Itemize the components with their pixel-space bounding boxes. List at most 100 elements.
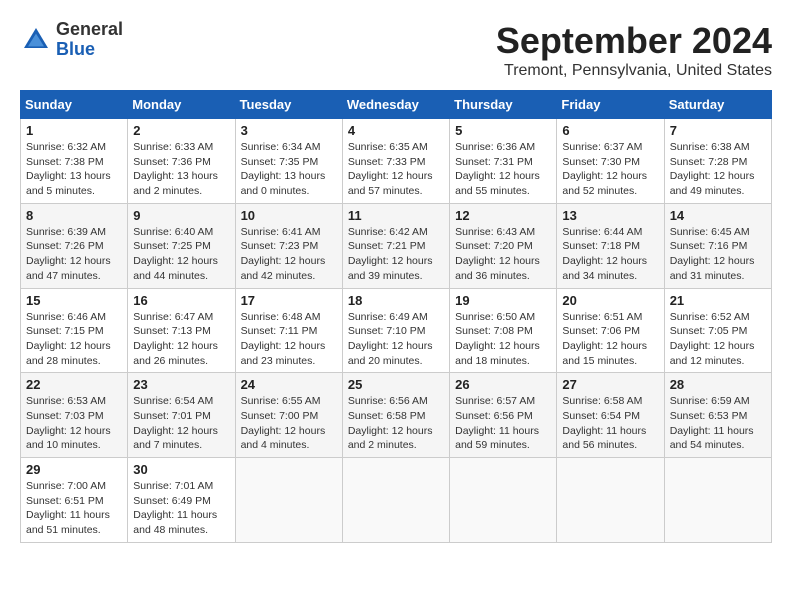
- day-info: Sunrise: 6:35 AMSunset: 7:33 PMDaylight:…: [348, 140, 444, 199]
- day-info: Sunrise: 6:38 AMSunset: 7:28 PMDaylight:…: [670, 140, 766, 199]
- day-info: Sunrise: 6:36 AMSunset: 7:31 PMDaylight:…: [455, 140, 551, 199]
- month-year: September 2024: [496, 20, 772, 62]
- weekday-friday: Friday: [557, 91, 664, 119]
- day-number: 8: [26, 208, 122, 223]
- day-number: 2: [133, 123, 229, 138]
- calendar-cell: 24 Sunrise: 6:55 AMSunset: 7:00 PMDayligh…: [235, 373, 342, 458]
- day-number: 9: [133, 208, 229, 223]
- logo-text: General Blue: [56, 20, 123, 60]
- page-header: General Blue September 2024 Tremont, Pen…: [20, 20, 772, 80]
- day-info: Sunrise: 6:59 AMSunset: 6:53 PMDaylight:…: [670, 394, 766, 453]
- title-block: September 2024 Tremont, Pennsylvania, Un…: [496, 20, 772, 80]
- calendar-cell: [557, 458, 664, 543]
- day-number: 1: [26, 123, 122, 138]
- calendar-cell: 20 Sunrise: 6:51 AMSunset: 7:06 PMDayligh…: [557, 288, 664, 373]
- day-info: Sunrise: 6:56 AMSunset: 6:58 PMDaylight:…: [348, 394, 444, 453]
- day-info: Sunrise: 6:47 AMSunset: 7:13 PMDaylight:…: [133, 310, 229, 369]
- day-number: 7: [670, 123, 766, 138]
- day-number: 19: [455, 293, 551, 308]
- calendar-cell: 15Sunrise: 6:46 AMSunset: 7:15 PMDayligh…: [21, 288, 128, 373]
- day-number: 15: [26, 293, 122, 308]
- day-info: Sunrise: 6:37 AMSunset: 7:30 PMDaylight:…: [562, 140, 658, 199]
- calendar-cell: 7 Sunrise: 6:38 AMSunset: 7:28 PMDaylight…: [664, 119, 771, 204]
- calendar-cell: 13Sunrise: 6:44 AMSunset: 7:18 PMDayligh…: [557, 203, 664, 288]
- calendar-cell: 30 Sunrise: 7:01 AMSunset: 6:49 PMDayligh…: [128, 458, 235, 543]
- day-number: 10: [241, 208, 337, 223]
- calendar-cell: 1 Sunrise: 6:32 AMSunset: 7:38 PMDaylight…: [21, 119, 128, 204]
- logo-blue: Blue: [56, 39, 95, 59]
- calendar-cell: 2 Sunrise: 6:33 AMSunset: 7:36 PMDaylight…: [128, 119, 235, 204]
- day-info: Sunrise: 6:40 AMSunset: 7:25 PMDaylight:…: [133, 225, 229, 284]
- day-info: Sunrise: 6:53 AMSunset: 7:03 PMDaylight:…: [26, 394, 122, 453]
- day-number: 4: [348, 123, 444, 138]
- day-number: 21: [670, 293, 766, 308]
- day-number: 22: [26, 377, 122, 392]
- day-info: Sunrise: 6:33 AMSunset: 7:36 PMDaylight:…: [133, 140, 229, 199]
- day-number: 24: [241, 377, 337, 392]
- calendar-cell: 18 Sunrise: 6:49 AMSunset: 7:10 PMDayligh…: [342, 288, 449, 373]
- calendar-cell: 25 Sunrise: 6:56 AMSunset: 6:58 PMDayligh…: [342, 373, 449, 458]
- calendar-cell: [664, 458, 771, 543]
- day-info: Sunrise: 6:50 AMSunset: 7:08 PMDaylight:…: [455, 310, 551, 369]
- calendar-cell: 29Sunrise: 7:00 AMSunset: 6:51 PMDayligh…: [21, 458, 128, 543]
- day-info: Sunrise: 6:58 AMSunset: 6:54 PMDaylight:…: [562, 394, 658, 453]
- day-number: 29: [26, 462, 122, 477]
- weekday-header-row: SundayMondayTuesdayWednesdayThursdayFrid…: [21, 91, 772, 119]
- calendar-cell: 11Sunrise: 6:42 AMSunset: 7:21 PMDayligh…: [342, 203, 449, 288]
- day-info: Sunrise: 6:44 AMSunset: 7:18 PMDaylight:…: [562, 225, 658, 284]
- day-info: Sunrise: 6:52 AMSunset: 7:05 PMDaylight:…: [670, 310, 766, 369]
- day-number: 18: [348, 293, 444, 308]
- calendar-cell: [342, 458, 449, 543]
- weekday-wednesday: Wednesday: [342, 91, 449, 119]
- day-number: 28: [670, 377, 766, 392]
- calendar-table: SundayMondayTuesdayWednesdayThursdayFrid…: [20, 90, 772, 543]
- location: Tremont, Pennsylvania, United States: [496, 62, 772, 80]
- day-number: 26: [455, 377, 551, 392]
- day-info: Sunrise: 6:34 AMSunset: 7:35 PMDaylight:…: [241, 140, 337, 199]
- weekday-thursday: Thursday: [450, 91, 557, 119]
- logo-general: General: [56, 19, 123, 39]
- logo: General Blue: [20, 20, 123, 60]
- day-number: 5: [455, 123, 551, 138]
- weekday-tuesday: Tuesday: [235, 91, 342, 119]
- day-number: 25: [348, 377, 444, 392]
- day-info: Sunrise: 6:32 AMSunset: 7:38 PMDaylight:…: [26, 140, 122, 199]
- day-info: Sunrise: 7:01 AMSunset: 6:49 PMDaylight:…: [133, 479, 229, 538]
- day-info: Sunrise: 6:42 AMSunset: 7:21 PMDaylight:…: [348, 225, 444, 284]
- day-number: 17: [241, 293, 337, 308]
- day-number: 23: [133, 377, 229, 392]
- logo-icon: [20, 24, 52, 56]
- calendar-cell: 10Sunrise: 6:41 AMSunset: 7:23 PMDayligh…: [235, 203, 342, 288]
- day-info: Sunrise: 6:51 AMSunset: 7:06 PMDaylight:…: [562, 310, 658, 369]
- day-info: Sunrise: 6:54 AMSunset: 7:01 PMDaylight:…: [133, 394, 229, 453]
- day-number: 14: [670, 208, 766, 223]
- day-number: 16: [133, 293, 229, 308]
- calendar-cell: 3Sunrise: 6:34 AMSunset: 7:35 PMDaylight…: [235, 119, 342, 204]
- weekday-sunday: Sunday: [21, 91, 128, 119]
- calendar-cell: 23 Sunrise: 6:54 AMSunset: 7:01 PMDayligh…: [128, 373, 235, 458]
- day-number: 30: [133, 462, 229, 477]
- calendar-cell: 12Sunrise: 6:43 AMSunset: 7:20 PMDayligh…: [450, 203, 557, 288]
- day-number: 12: [455, 208, 551, 223]
- day-number: 27: [562, 377, 658, 392]
- calendar-cell: 16 Sunrise: 6:47 AMSunset: 7:13 PMDayligh…: [128, 288, 235, 373]
- calendar-cell: 17Sunrise: 6:48 AMSunset: 7:11 PMDayligh…: [235, 288, 342, 373]
- calendar-cell: 28 Sunrise: 6:59 AMSunset: 6:53 PMDayligh…: [664, 373, 771, 458]
- calendar-cell: [450, 458, 557, 543]
- day-number: 20: [562, 293, 658, 308]
- calendar-cell: 9 Sunrise: 6:40 AMSunset: 7:25 PMDaylight…: [128, 203, 235, 288]
- calendar-cell: 21 Sunrise: 6:52 AMSunset: 7:05 PMDayligh…: [664, 288, 771, 373]
- calendar-cell: 5 Sunrise: 6:36 AMSunset: 7:31 PMDaylight…: [450, 119, 557, 204]
- calendar-week-4: 22 Sunrise: 6:53 AMSunset: 7:03 PMDayligh…: [21, 373, 772, 458]
- day-info: Sunrise: 6:39 AMSunset: 7:26 PMDaylight:…: [26, 225, 122, 284]
- day-info: Sunrise: 6:55 AMSunset: 7:00 PMDaylight:…: [241, 394, 337, 453]
- calendar-week-3: 15Sunrise: 6:46 AMSunset: 7:15 PMDayligh…: [21, 288, 772, 373]
- calendar-week-2: 8 Sunrise: 6:39 AMSunset: 7:26 PMDaylight…: [21, 203, 772, 288]
- day-info: Sunrise: 6:57 AMSunset: 6:56 PMDaylight:…: [455, 394, 551, 453]
- calendar-cell: 19 Sunrise: 6:50 AMSunset: 7:08 PMDayligh…: [450, 288, 557, 373]
- calendar-cell: 4 Sunrise: 6:35 AMSunset: 7:33 PMDaylight…: [342, 119, 449, 204]
- day-info: Sunrise: 6:49 AMSunset: 7:10 PMDaylight:…: [348, 310, 444, 369]
- calendar-cell: 27 Sunrise: 6:58 AMSunset: 6:54 PMDayligh…: [557, 373, 664, 458]
- day-number: 6: [562, 123, 658, 138]
- day-info: Sunrise: 6:45 AMSunset: 7:16 PMDaylight:…: [670, 225, 766, 284]
